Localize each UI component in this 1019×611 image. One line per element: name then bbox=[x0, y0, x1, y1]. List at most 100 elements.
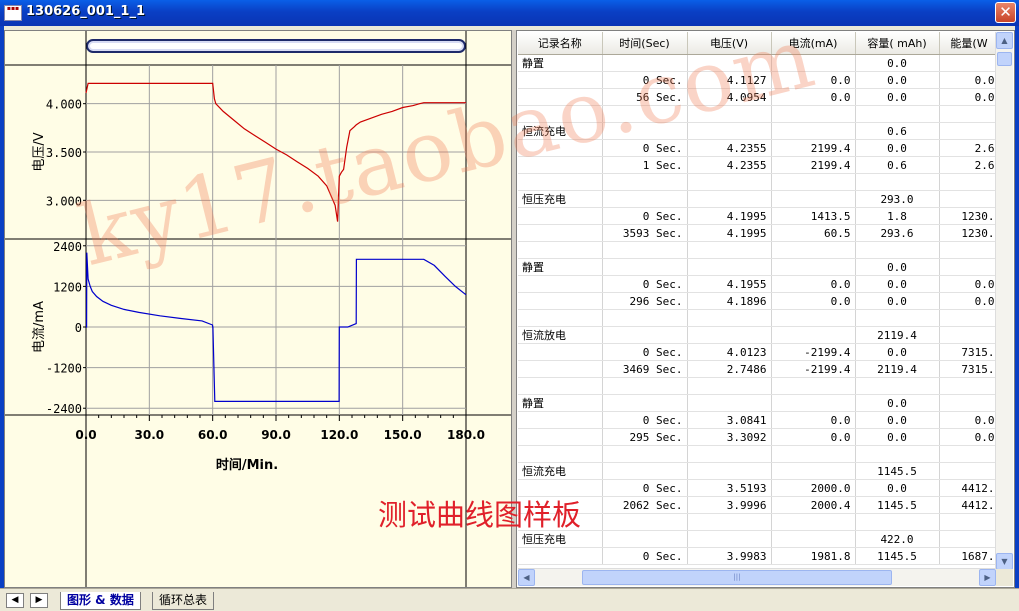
table-cell bbox=[518, 241, 603, 259]
scroll-down-arrow-icon[interactable]: ▼ bbox=[996, 553, 1013, 570]
horizontal-scroll-thumb[interactable]: ||| bbox=[582, 570, 892, 585]
table-row[interactable] bbox=[518, 105, 1000, 123]
table-cell bbox=[855, 445, 940, 463]
table-row[interactable]: 恒流充电 1145.5 bbox=[518, 462, 1000, 480]
table-cell: 0.0 bbox=[855, 275, 940, 293]
table-cell: 3.9983 bbox=[687, 547, 772, 565]
table-row[interactable] bbox=[518, 173, 1000, 191]
table-cell bbox=[771, 122, 856, 140]
table-cell: 3593 Sec. bbox=[602, 224, 688, 242]
table-row[interactable]: 0 Sec. 3.9983 1981.8 1145.5 1687. bbox=[518, 547, 1000, 565]
table-cell bbox=[602, 122, 688, 140]
table-row[interactable]: 静置 0.0 bbox=[518, 394, 1000, 412]
table-row[interactable]: 1 Sec. 4.2355 2199.4 0.6 2.6 bbox=[518, 156, 1000, 174]
table-cell bbox=[518, 275, 603, 293]
table-row[interactable]: 0 Sec. 4.1995 1413.5 1.8 1230. bbox=[518, 207, 1000, 225]
table-cell: 1230. bbox=[939, 224, 1000, 242]
y-tick-label: 3.500 bbox=[46, 146, 82, 160]
table-cell: 1687. bbox=[939, 547, 1000, 565]
scroll-left-arrow-icon[interactable]: ◀ bbox=[518, 569, 535, 586]
close-button[interactable]: ✕ bbox=[995, 2, 1016, 23]
table-row[interactable]: 296 Sec. 4.1896 0.0 0.0 0.0 bbox=[518, 292, 1000, 310]
table-row[interactable]: 2062 Sec. 3.9996 2000.4 1145.5 4412. bbox=[518, 496, 1000, 514]
table-cell: 2062 Sec. bbox=[602, 496, 688, 514]
table-cell bbox=[518, 343, 603, 361]
table-cell: 恒流充电 bbox=[518, 122, 603, 140]
chart-scroll-bar-fill bbox=[90, 43, 462, 49]
table-cell: 293.6 bbox=[855, 224, 940, 242]
table-row[interactable]: 静置 0.0 bbox=[518, 54, 1000, 72]
vertical-scroll-thumb[interactable] bbox=[997, 52, 1012, 66]
table-cell: 0.0 bbox=[855, 292, 940, 310]
table-row[interactable]: 56 Sec. 4.0954 0.0 0.0 0.0 bbox=[518, 88, 1000, 106]
table-row[interactable]: 3593 Sec. 4.1995 60.5 293.6 1230. bbox=[518, 224, 1000, 242]
column-header[interactable]: 时间(Sec) bbox=[602, 32, 688, 55]
table-cell: 0.0 bbox=[855, 411, 940, 429]
scroll-right-arrow-icon[interactable]: ▶ bbox=[979, 569, 996, 586]
vertical-scrollbar[interactable]: ▲ ▼ bbox=[995, 32, 1013, 570]
column-header[interactable]: 电压(V) bbox=[687, 32, 772, 55]
table-row[interactable] bbox=[518, 241, 1000, 259]
table-row[interactable] bbox=[518, 377, 1000, 395]
table-cell: 4.2355 bbox=[687, 139, 772, 157]
table-cell bbox=[602, 190, 688, 208]
table-cell: 4.2355 bbox=[687, 156, 772, 174]
column-header[interactable]: 电流(mA) bbox=[771, 32, 856, 55]
scroll-up-arrow-icon[interactable]: ▲ bbox=[996, 32, 1013, 49]
table-cell bbox=[771, 530, 856, 548]
table-cell bbox=[855, 513, 940, 531]
table-cell bbox=[771, 326, 856, 344]
table-row[interactable]: 恒压充电 422.0 bbox=[518, 530, 1000, 548]
table-row[interactable]: 恒流充电 0.6 bbox=[518, 122, 1000, 140]
table-row[interactable]: 静置 0.0 bbox=[518, 258, 1000, 276]
table-cell: 1 Sec. bbox=[602, 156, 688, 174]
table-cell: 4412. bbox=[939, 479, 1000, 497]
table-cell: 4.1955 bbox=[687, 275, 772, 293]
table-cell bbox=[602, 377, 688, 395]
table-cell bbox=[687, 377, 772, 395]
horizontal-scrollbar[interactable]: ◀ ||| ▶ bbox=[518, 568, 996, 586]
table-cell bbox=[771, 54, 856, 72]
table-row[interactable]: 0 Sec. 3.0841 0.0 0.0 0.0 bbox=[518, 411, 1000, 429]
table-row[interactable]: 3469 Sec. 2.7486 -2199.4 2119.4 7315. bbox=[518, 360, 1000, 378]
next-tab-button[interactable]: ▶ bbox=[30, 593, 48, 608]
table-cell: 0.0 bbox=[771, 88, 856, 106]
table-row[interactable] bbox=[518, 445, 1000, 463]
table-row[interactable]: 0 Sec. 4.1127 0.0 0.0 0.0 bbox=[518, 71, 1000, 89]
x-tick-label: 120.0 bbox=[320, 428, 358, 442]
table-cell: 4.0123 bbox=[687, 343, 772, 361]
table-cell: 静置 bbox=[518, 258, 603, 276]
table-cell bbox=[602, 173, 688, 191]
data-table: 记录名称 时间(Sec) 电压(V) 电流(mA) 容量( mAh) 能量(W 静置 0.0… bbox=[518, 32, 1000, 565]
table-row[interactable]: 0 Sec. 4.0123 -2199.4 0.0 7315. bbox=[518, 343, 1000, 361]
table-cell: 0 Sec. bbox=[602, 275, 688, 293]
table-row[interactable]: 恒流放电 2119.4 bbox=[518, 326, 1000, 344]
y-tick-label: -2400 bbox=[46, 402, 82, 416]
table-cell bbox=[939, 326, 1000, 344]
table-row[interactable]: 恒压充电 293.0 bbox=[518, 190, 1000, 208]
table-cell: 2199.4 bbox=[771, 139, 856, 157]
table-row[interactable] bbox=[518, 513, 1000, 531]
table-cell: 4.0954 bbox=[687, 88, 772, 106]
column-header[interactable]: 能量(W bbox=[939, 32, 1000, 55]
table-row[interactable] bbox=[518, 309, 1000, 327]
table-row[interactable]: 0 Sec. 4.1955 0.0 0.0 0.0 bbox=[518, 275, 1000, 293]
tab-chart-and-data[interactable]: 图形 & 数据 bbox=[60, 592, 141, 610]
table-cell bbox=[939, 394, 1000, 412]
table-cell bbox=[602, 462, 688, 480]
column-header[interactable]: 容量( mAh) bbox=[855, 32, 940, 55]
table-row[interactable]: 295 Sec. 3.3092 0.0 0.0 0.0 bbox=[518, 428, 1000, 446]
table-cell bbox=[518, 513, 603, 531]
app-icon: ▪▪▪ bbox=[4, 5, 22, 21]
window-title: 130626_001_1_1 bbox=[26, 4, 145, 19]
prev-tab-button[interactable]: ◀ bbox=[6, 593, 24, 608]
column-header[interactable]: 记录名称 bbox=[518, 32, 603, 55]
table-cell bbox=[855, 309, 940, 327]
table-cell: 恒流放电 bbox=[518, 326, 603, 344]
table-row[interactable]: 0 Sec. 4.2355 2199.4 0.0 2.6 bbox=[518, 139, 1000, 157]
table-row[interactable]: 0 Sec. 3.5193 2000.0 0.0 4412. bbox=[518, 479, 1000, 497]
tab-cycle-summary[interactable]: 循环总表 bbox=[152, 592, 215, 610]
y-axis-label: 电压/V bbox=[32, 132, 47, 171]
table-cell bbox=[939, 377, 1000, 395]
x-axis-label: 时间/Min. bbox=[216, 457, 278, 473]
